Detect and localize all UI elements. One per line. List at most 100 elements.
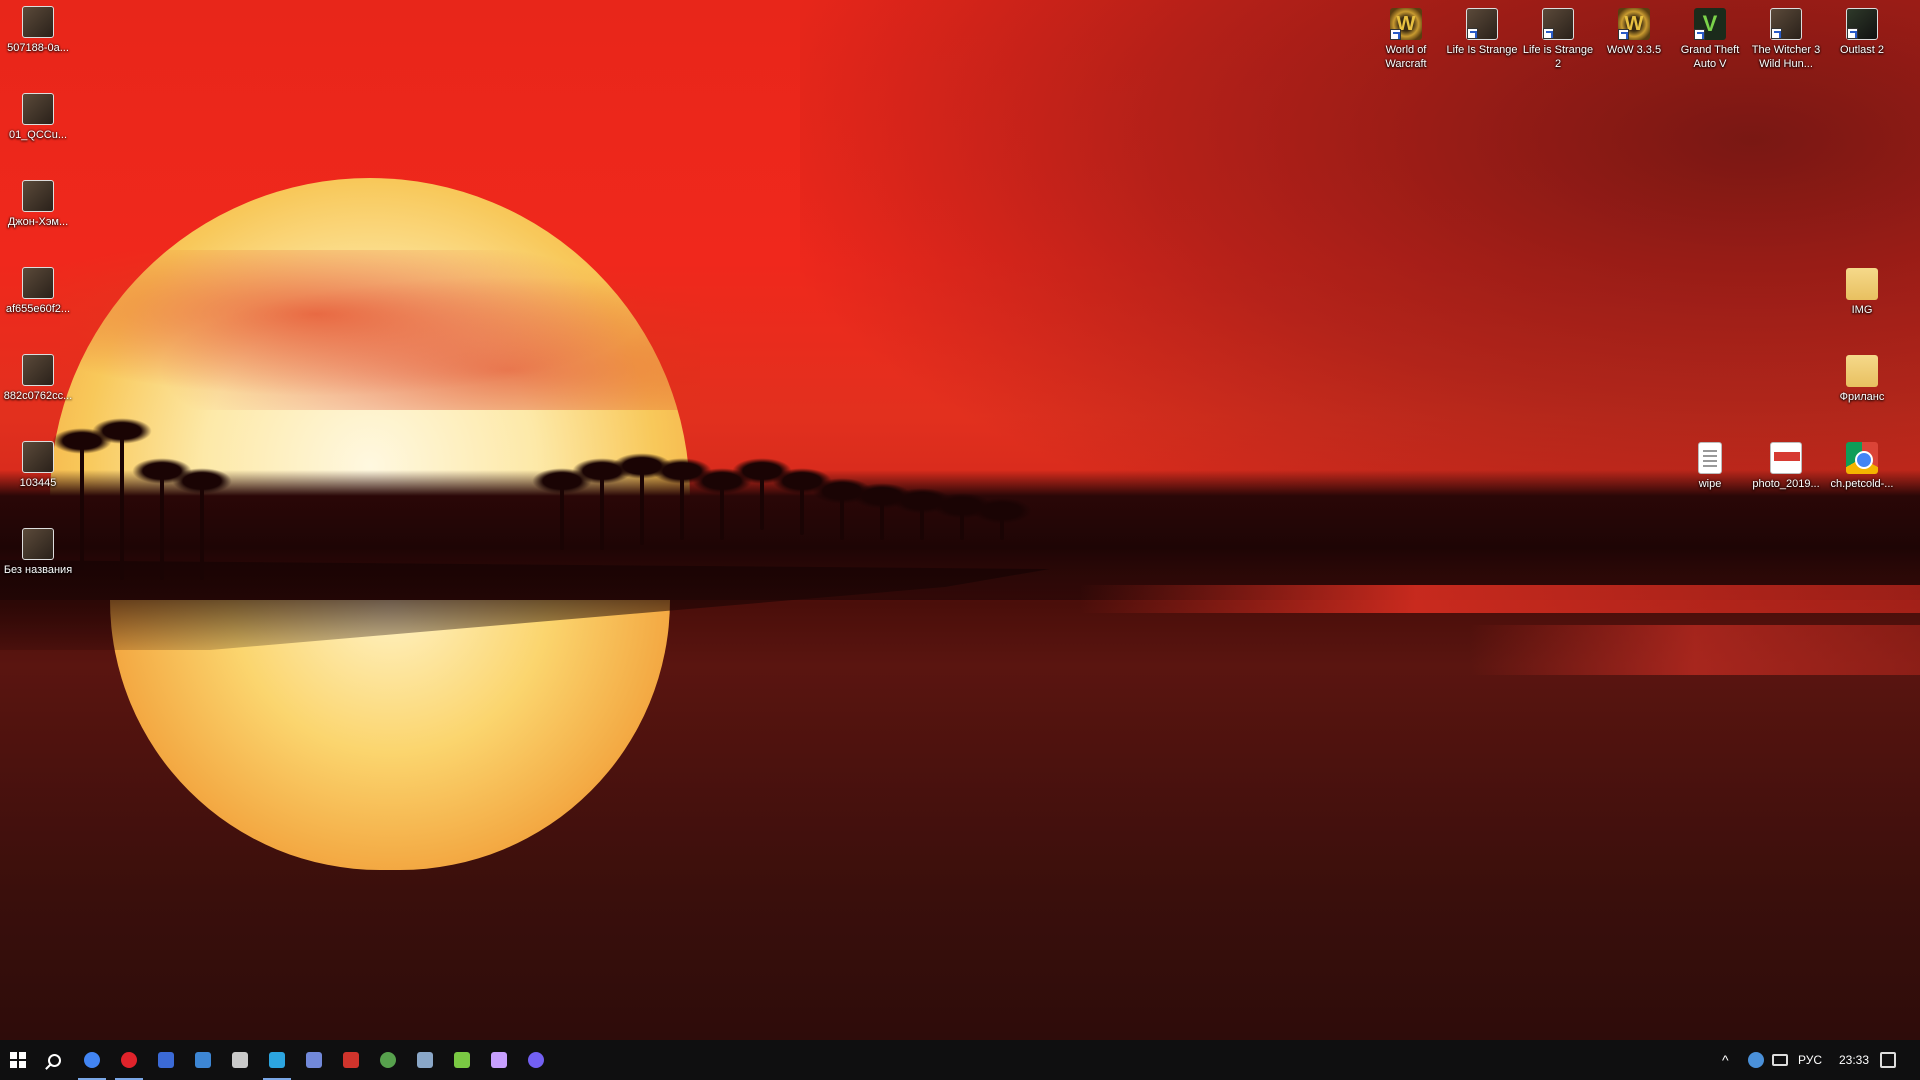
music-icon	[491, 1052, 507, 1068]
icon-label: 507188-0a...	[7, 42, 69, 54]
photo-icon	[22, 6, 54, 38]
tray-chevron-up-icon[interactable]: ^	[1722, 1040, 1729, 1080]
icon-label: Без названия	[3, 564, 73, 576]
icon-label: wipe	[1698, 478, 1722, 490]
desktop-icon[interactable]: Без названия	[0, 528, 76, 577]
palm-crown	[92, 418, 152, 444]
taskbar-app-box-button[interactable]	[407, 1040, 443, 1080]
windows-icon	[10, 1052, 26, 1068]
photo-icon	[22, 528, 54, 560]
desktop-icon[interactable]: 507188-0a...	[0, 6, 76, 55]
desktop-icon[interactable]: 01_QCCu...	[0, 93, 76, 142]
photo-icon	[22, 267, 54, 299]
game-icon	[1542, 8, 1574, 40]
icon-label: Джон-Хэм...	[7, 216, 69, 228]
taskbar-discord-button[interactable]	[296, 1040, 332, 1080]
icon-label: Grand Theft Auto V	[1680, 44, 1740, 70]
shortcut-arrow-icon	[1390, 29, 1401, 40]
pdf-document-icon	[1770, 442, 1802, 474]
desktop-icon[interactable]: 882c0762cc...	[0, 354, 76, 403]
taskbar-chrome-button[interactable]	[74, 1040, 110, 1080]
desktop-icon-photo-2019[interactable]: photo_2019...	[1748, 442, 1824, 491]
icon-label: WoW 3.3.5	[1606, 44, 1662, 56]
taskbar-app-robot-button[interactable]	[222, 1040, 258, 1080]
icon-label: 882c0762cc...	[3, 390, 73, 402]
game-icon	[1466, 8, 1498, 40]
taskbar: ^ РУС 23:33	[0, 1040, 1920, 1080]
palm-trunk	[200, 480, 204, 580]
photo-icon	[22, 180, 54, 212]
action-center-icon[interactable]	[1880, 1052, 1896, 1068]
taskbar-telegram-button[interactable]	[259, 1040, 295, 1080]
shortcut-arrow-icon	[1771, 28, 1782, 39]
folder-icon	[1846, 355, 1878, 387]
taskbar-app-music-button[interactable]	[481, 1040, 517, 1080]
shortcut-arrow-icon	[1694, 29, 1705, 40]
desktop-icon-world-of-warcraft[interactable]: W World of Warcraft	[1368, 8, 1444, 71]
wow-icon: W	[1390, 8, 1422, 40]
start-button[interactable]	[0, 1040, 36, 1080]
opera-icon	[121, 1052, 137, 1068]
search-icon	[47, 1053, 61, 1067]
telegram-icon	[269, 1052, 285, 1068]
desktop-icon-life-is-strange[interactable]: Life Is Strange	[1444, 8, 1520, 57]
desktop-icon-gta-v[interactable]: V Grand Theft Auto V	[1672, 8, 1748, 71]
desktop-icon-outlast-2[interactable]: Outlast 2	[1824, 8, 1900, 57]
desktop-icon-img-folder[interactable]: IMG	[1824, 268, 1900, 317]
icon-label: ch.petcold-...	[1830, 478, 1894, 490]
shortcut-arrow-icon	[1467, 28, 1478, 39]
taskbar-app-play-button[interactable]	[444, 1040, 480, 1080]
viber-icon	[528, 1052, 544, 1068]
desktop-icon-wow-335[interactable]: W WoW 3.3.5	[1596, 8, 1672, 57]
icon-label: photo_2019...	[1752, 478, 1820, 490]
desktop-icon[interactable]: 103445	[0, 441, 76, 490]
photo-icon	[22, 354, 54, 386]
palm-trunk	[80, 440, 84, 570]
icon-label: World of Warcraft	[1385, 44, 1427, 70]
taskbar-app-green-button[interactable]	[370, 1040, 406, 1080]
desktop-icon-witcher-3[interactable]: The Witcher 3 Wild Hun...	[1748, 8, 1824, 71]
palm-crown	[172, 468, 232, 494]
robot-icon	[232, 1052, 248, 1068]
icon-label: IMG	[1851, 304, 1873, 316]
desktop-icon-life-is-strange-2[interactable]: Life is Strange 2	[1520, 8, 1596, 71]
search-button[interactable]	[36, 1040, 72, 1080]
photo-folder-icon	[1846, 268, 1878, 300]
icon-label: Фриланс	[1839, 391, 1885, 403]
shortcut-arrow-icon	[1543, 28, 1554, 39]
palm-trunk	[120, 430, 124, 580]
taskbar-app-red-button[interactable]	[333, 1040, 369, 1080]
language-indicator[interactable]: РУС	[1798, 1040, 1822, 1080]
desktop-icon-wipe[interactable]: wipe	[1672, 442, 1748, 491]
desktop-icon-chrome-shortcut[interactable]: ch.petcold-...	[1824, 442, 1900, 491]
save-icon	[158, 1052, 174, 1068]
wallpaper-water-streak	[1080, 585, 1920, 613]
icon-label: The Witcher 3 Wild Hun...	[1751, 44, 1821, 70]
taskbar-app-blue-button[interactable]	[185, 1040, 221, 1080]
desktop: 507188-0a... 01_QCCu... Джон-Хэм... af65…	[0, 0, 1920, 1040]
desktop-icon[interactable]: af655e60f2...	[0, 267, 76, 316]
taskbar-opera-button[interactable]	[111, 1040, 147, 1080]
display-icon[interactable]	[1772, 1054, 1788, 1066]
box-icon	[417, 1052, 433, 1068]
text-document-icon	[1698, 442, 1722, 474]
game-icon	[1770, 8, 1802, 40]
desktop-icon[interactable]: Джон-Хэм...	[0, 180, 76, 229]
desktop-icon-freelance-folder[interactable]: Фриланс	[1824, 355, 1900, 404]
icon-label: Life Is Strange	[1446, 44, 1518, 56]
taskbar-floppy-button[interactable]	[148, 1040, 184, 1080]
icon-label: af655e60f2...	[5, 303, 71, 315]
chrome-icon	[1846, 442, 1878, 474]
globe-icon	[380, 1052, 396, 1068]
shortcut-arrow-icon	[1618, 29, 1629, 40]
download-icon	[343, 1052, 359, 1068]
photo-icon	[22, 441, 54, 473]
shortcut-arrow-icon	[1847, 28, 1858, 39]
network-globe-icon[interactable]	[1748, 1052, 1764, 1068]
palm-crown	[972, 498, 1032, 524]
clock[interactable]: 23:33	[1834, 1040, 1874, 1080]
icon-label: Life is Strange 2	[1522, 44, 1594, 70]
pen-icon	[195, 1052, 211, 1068]
gta-icon: V	[1694, 8, 1726, 40]
taskbar-viber-button[interactable]	[518, 1040, 554, 1080]
